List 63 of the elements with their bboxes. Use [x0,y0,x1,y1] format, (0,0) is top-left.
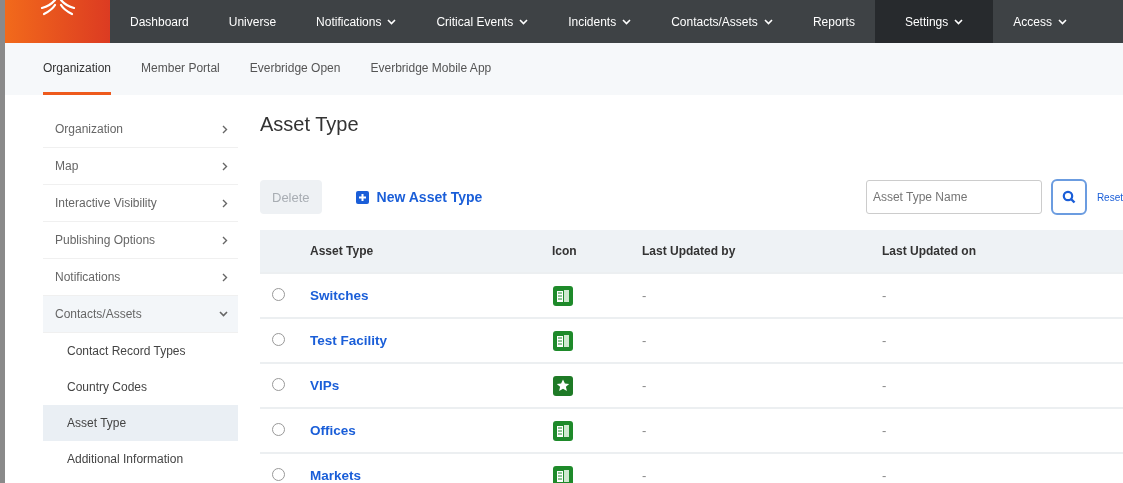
sidebar-item[interactable]: Contacts/Assets [43,296,238,333]
nav-tab[interactable]: Access [993,0,1087,43]
building-icon [552,284,574,307]
nav-tab[interactable]: Reports [792,0,875,43]
page-title: Asset Type [260,113,360,137]
nav-tab[interactable]: Critical Events [416,0,549,43]
sidebar-label: Publishing Options [55,233,156,247]
sidebar-item[interactable]: Organization [43,111,238,148]
sidebar-subitem[interactable]: Asset Type [43,405,238,441]
table-cell: - [882,468,887,483]
table-cell: - [642,378,647,393]
sidebar-item[interactable]: Map [43,148,238,185]
nav-tab[interactable]: Dashboard [110,0,209,43]
table-cell: - [642,423,647,438]
sub-tab[interactable]: Member Portal [141,43,220,95]
sub-tab[interactable]: Everbridge Open [249,43,341,95]
asset-type-link[interactable]: VIPs [310,378,340,393]
table-cell: - [642,288,647,303]
table-cell: - [642,468,647,483]
table-cell: - [882,288,887,303]
column-header: Last Updated on [882,230,1123,273]
table-cell: - [882,333,887,348]
sidebar-label: Interactive Visibility [55,196,157,210]
asset-type-link[interactable]: Switches [310,288,369,303]
sidebar-label: Organization [55,122,124,136]
sidebar-label: Map [55,159,79,173]
table-cell: - [642,333,647,348]
asset-type-link[interactable]: Markets [310,468,362,483]
sidebar-item[interactable]: Interactive Visibility [43,185,238,222]
sub-tab[interactable]: Organization [43,43,112,95]
new-asset-type-button[interactable]: New Asset Type [349,188,489,206]
reset-link[interactable]: Reset [1096,191,1123,203]
chevron-down-icon [219,311,228,317]
chevron-right-icon [222,161,228,171]
plus-icon [355,190,369,204]
search-icon [1061,190,1076,204]
chevron-right-icon [222,124,228,134]
sidebar-label: Notifications [55,270,121,284]
chevron-right-icon [222,272,228,282]
sidebar-subitem[interactable]: Additional Information [43,441,238,477]
search-button[interactable] [1050,179,1087,215]
table-cell: - [882,423,887,438]
chevron-right-icon [222,198,228,208]
asset-type-link[interactable]: Test Facility [310,333,388,348]
sidebar-subitem[interactable]: Contact Record Types [43,333,238,369]
chevron-right-icon [222,235,228,245]
table-cell: - [882,378,887,393]
nav-tab[interactable]: Contacts/Assets [651,0,793,43]
nav-tab[interactable]: Incidents [548,0,652,43]
sub-tab[interactable]: Everbridge Mobile App [370,43,492,95]
sidebar-subitem[interactable]: Country Codes [43,369,238,405]
sidebar-label: Contacts/Assets [55,307,142,321]
nav-tab[interactable]: Universe [208,0,297,43]
building-icon [552,419,574,442]
search-field[interactable]: Asset Type Name [865,180,1042,214]
sidebar-item[interactable]: Publishing Options [43,222,238,259]
nav-tab[interactable]: Settings [874,0,994,43]
nav-tab[interactable]: Notifications [296,0,417,43]
column-header: Icon [552,230,642,273]
building-icon [552,329,574,352]
column-header: Last Updated by [642,230,882,273]
asset-type-link[interactable]: Offices [310,423,356,438]
column-header: Asset Type [310,230,552,273]
